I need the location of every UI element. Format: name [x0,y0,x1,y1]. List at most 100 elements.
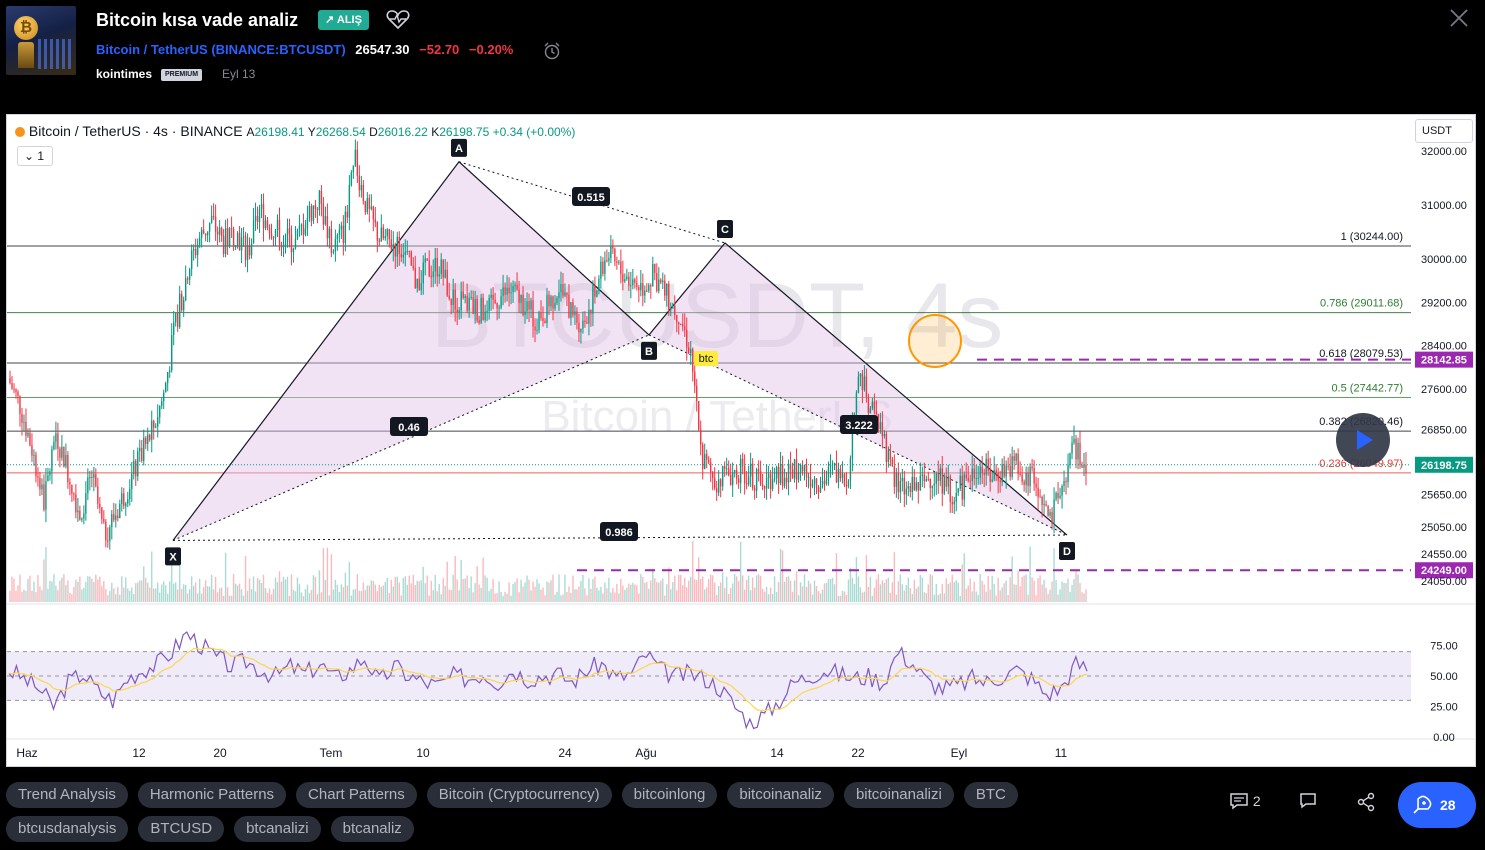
harmonic-triangle-xab [173,161,649,541]
chart-area[interactable]: BTCUSDT, 4s Bitcoin / TetherUS 1 (30244.00… [6,114,1476,767]
candle-body [39,477,41,490]
candle-body [847,480,850,487]
tag-chip[interactable]: BTC [963,782,1018,808]
time-axis-tick: Eyl [951,746,968,760]
close-icon[interactable] [1448,7,1470,29]
candle-body [670,308,672,310]
tag-chip[interactable]: Chart Patterns [296,782,417,808]
candle-body [590,309,592,314]
tag-chip[interactable]: Trend Analysis [6,782,128,808]
currency-selector[interactable]: USDT [1415,119,1473,143]
volume-bar [69,592,71,602]
volume-bar [1059,589,1061,602]
candle-body [829,465,832,467]
volume-bar [1079,582,1081,602]
candle-body [885,433,888,462]
volume-bar [594,576,596,602]
candle-body [71,484,73,494]
tag-chip[interactable]: bitcoinanaliz [727,782,834,808]
volume-bar [352,589,355,602]
symbol-code-link[interactable]: (BINANCE:BTCUSDT) [211,42,345,57]
candle-body [272,237,275,239]
heart-pulse-icon[interactable] [386,8,410,30]
last-price-label: 26198.75 [1421,460,1467,472]
candle-body [630,285,632,287]
candle-body [985,458,987,475]
candle-body [698,401,700,430]
candle-body [723,466,726,469]
volume-bar [899,574,902,602]
candle-body [27,432,29,436]
add-comment-button[interactable] [1298,792,1318,816]
volume-bar [39,586,41,602]
candle-body [658,279,660,291]
tag-chip[interactable]: bitcoinlong [621,782,718,808]
volume-bar [354,589,357,602]
comments-button[interactable]: 2 [1229,792,1261,816]
volume-bar [398,582,400,602]
candle-body [85,493,87,514]
volume-bar [1041,584,1043,602]
volume-bar [578,586,580,602]
volume-bar [192,585,195,602]
candle-body [73,493,75,495]
candle-body [753,488,756,491]
volume-bar [262,574,265,602]
candle-body [636,282,638,287]
candle-body [604,260,606,274]
candle-body [618,261,620,263]
volume-bar [877,574,880,602]
volume-bar [198,578,201,602]
volume-bar [795,571,798,602]
idea-thumbnail[interactable]: ₿ [6,6,76,75]
candle-body [352,165,355,173]
candle-body [817,487,820,493]
candle-body [937,473,939,481]
candle-body [997,472,999,481]
tag-chip[interactable]: btcanalizi [234,816,321,842]
candle-body [729,475,732,486]
candle-body [284,242,287,246]
harmonic-point-label: A [455,143,463,155]
volume-bar [103,581,105,602]
volume-bar [849,567,852,602]
candle-body [432,271,434,278]
boost-button[interactable]: 28 [1398,782,1476,828]
volume-bar [753,587,756,602]
volume-bar [504,591,506,602]
tag-chip[interactable]: bitcoinanalizi [843,782,954,808]
candle-body [282,245,285,248]
chart-canvas[interactable]: BTCUSDT, 4sBitcoin / TetherUS1 (30244.00… [7,115,1476,767]
candle-body [159,405,161,418]
volume-bar [620,578,622,602]
volume-bar [727,594,730,602]
alarm-clock-icon[interactable] [542,41,562,61]
symbol-name-link[interactable]: Bitcoin / TetherUS [96,42,208,57]
tag-chip[interactable]: Harmonic Patterns [137,782,287,808]
author-name[interactable]: kointimes [96,67,152,81]
tag-chip[interactable]: BTCUSD [138,816,225,842]
candle-body [791,468,794,479]
volume-bar [286,576,289,602]
candle-body [97,486,99,504]
volume-bar [172,583,175,602]
volume-bar [159,592,161,602]
candle-body [376,222,379,241]
indicator-toggle[interactable]: ⌄ 1 [17,146,53,166]
volume-bar [196,593,199,602]
legend-title[interactable]: Bitcoin / TetherUS · 4s · BINANCE [29,123,243,139]
candle-body [941,468,943,494]
volume-bar [440,594,442,602]
play-replay-button[interactable] [1336,413,1390,467]
candle-body [688,347,690,354]
volume-bar [1037,578,1039,602]
tag-chip[interactable]: btcanaliz [330,816,414,842]
volume-bar [721,572,724,602]
candle-body [105,521,107,541]
volume-bar [642,576,644,602]
volume-bar [957,582,959,602]
share-button[interactable] [1356,792,1376,816]
tag-chip[interactable]: Bitcoin (Cryptocurrency) [426,782,612,808]
tag-chip[interactable]: btcusdanalysis [6,816,129,842]
rsi-axis-tick: 0.00 [1433,732,1454,744]
